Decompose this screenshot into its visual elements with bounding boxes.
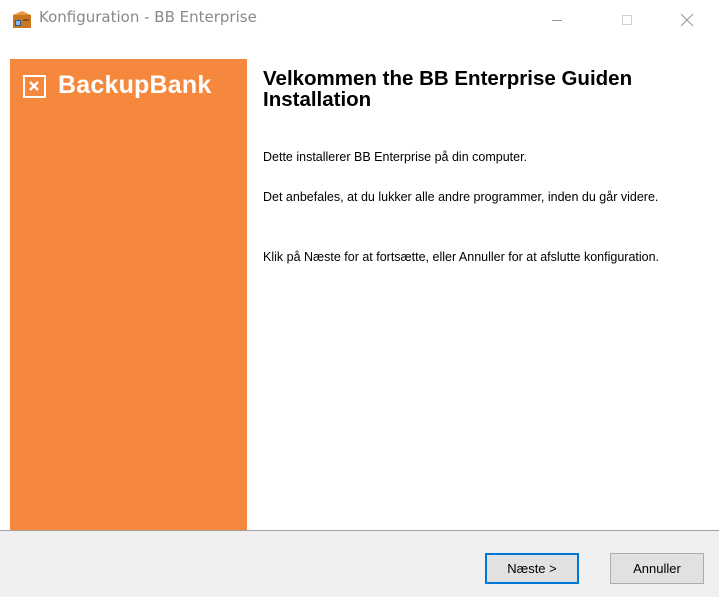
button-bar: Næste > Annuller: [0, 531, 719, 597]
cancel-button[interactable]: Annuller: [610, 553, 704, 584]
minimize-icon: [552, 20, 562, 21]
welcome-panel: Velkommen the BB Enterprise Guiden Insta…: [247, 38, 719, 530]
maximize-icon: [622, 15, 632, 25]
recommendation-text: Det anbefales, at du lukker alle andre p…: [263, 190, 659, 204]
backupbank-logo-icon: [23, 75, 46, 98]
maximize-button: [604, 4, 650, 36]
close-icon: [680, 13, 694, 27]
title-bar: Konfiguration - BB Enterprise: [0, 0, 719, 38]
intro-text: Dette installerer BB Enterprise på din c…: [263, 150, 528, 164]
installer-box-icon: [12, 11, 32, 29]
window-title: Konfiguration - BB Enterprise: [39, 8, 257, 26]
wizard-content: BackupBank Velkommen the BB Enterprise G…: [0, 38, 719, 530]
close-button[interactable]: [664, 4, 710, 36]
instruction-text: Klik på Næste for at fortsætte, eller An…: [263, 250, 660, 264]
minimize-button[interactable]: [534, 4, 580, 36]
wizard-sidebar: BackupBank: [10, 59, 247, 530]
next-button[interactable]: Næste >: [485, 553, 579, 584]
logo-text: BackupBank: [58, 71, 212, 99]
page-title: Velkommen the BB Enterprise Guiden Insta…: [263, 67, 633, 111]
